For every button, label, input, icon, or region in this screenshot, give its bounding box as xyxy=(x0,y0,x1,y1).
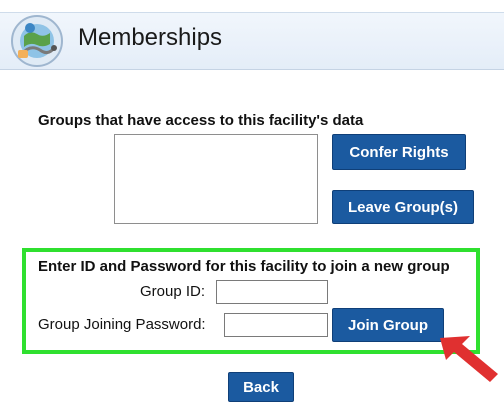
groups-section-label: Groups that have access to this facility… xyxy=(38,112,364,129)
leave-groups-button[interactable]: Leave Group(s) xyxy=(332,190,474,224)
group-password-input[interactable] xyxy=(224,313,328,337)
page-header: Memberships xyxy=(0,0,504,70)
group-id-label: Group ID: xyxy=(140,283,206,300)
red-arrow-icon xyxy=(440,336,498,382)
back-button[interactable]: Back xyxy=(228,372,294,402)
group-password-label: Group Joining Password: xyxy=(38,316,206,333)
groups-listbox[interactable] xyxy=(114,134,318,224)
page-title: Memberships xyxy=(78,24,223,51)
group-id-input[interactable] xyxy=(216,280,328,304)
header-band xyxy=(0,12,504,70)
join-group-instructions: Enter ID and Password for this facility … xyxy=(38,258,450,275)
confer-rights-button[interactable]: Confer Rights xyxy=(332,134,466,170)
join-group-button[interactable]: Join Group xyxy=(332,308,444,342)
stethoscope-globe-logo-icon xyxy=(11,15,63,67)
